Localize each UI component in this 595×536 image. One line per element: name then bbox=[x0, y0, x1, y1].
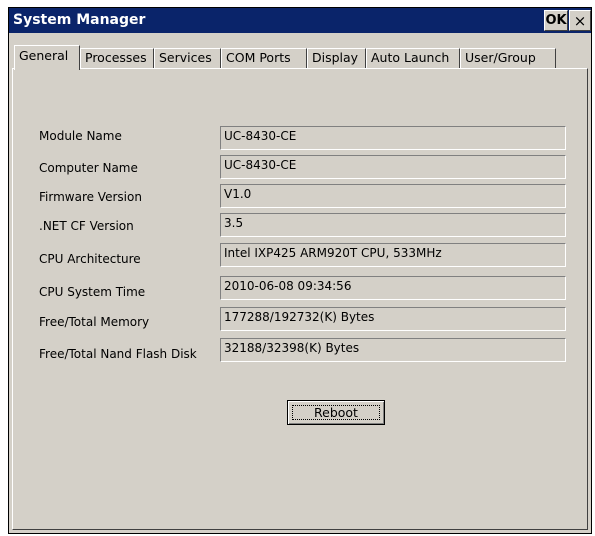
free-total-memory-field: 177288/192732(K) Bytes bbox=[220, 307, 566, 331]
tab-services[interactable]: Services bbox=[154, 48, 221, 68]
focus-rect bbox=[292, 405, 380, 420]
computer-name-label: Computer Name bbox=[39, 161, 138, 175]
free-total-nand-flash-label: Free/Total Nand Flash Disk bbox=[39, 347, 197, 361]
reboot-button[interactable]: Reboot bbox=[287, 400, 385, 425]
cpu-architecture-label: CPU Architecture bbox=[39, 252, 141, 266]
firmware-version-field: V1.0 bbox=[220, 184, 566, 208]
net-cf-version-field: 3.5 bbox=[220, 213, 566, 237]
tab-general[interactable]: General bbox=[14, 45, 80, 70]
close-button[interactable]: × bbox=[569, 10, 591, 31]
computer-name-field: UC-8430-CE bbox=[220, 155, 566, 179]
system-manager-window: System Manager OK × General Processes Se… bbox=[8, 7, 592, 534]
free-total-nand-flash-field: 32188/32398(K) Bytes bbox=[220, 338, 566, 362]
title-bar: System Manager OK × bbox=[9, 8, 591, 33]
tab-com-ports[interactable]: COM Ports bbox=[221, 48, 307, 68]
cpu-system-time-label: CPU System Time bbox=[39, 285, 146, 299]
tab-strip: General Processes Services COM Ports Dis… bbox=[9, 45, 591, 70]
ok-button[interactable]: OK bbox=[544, 10, 568, 31]
firmware-version-label: Firmware Version bbox=[39, 190, 142, 204]
tab-processes[interactable]: Processes bbox=[80, 48, 154, 68]
tab-user-group[interactable]: User/Group bbox=[460, 48, 556, 68]
cpu-system-time-field: 2010-06-08 09:34:56 bbox=[220, 276, 566, 300]
window-title: System Manager bbox=[13, 12, 146, 28]
module-name-label: Module Name bbox=[39, 129, 122, 143]
free-total-memory-label: Free/Total Memory bbox=[39, 315, 150, 329]
net-cf-version-label: .NET CF Version bbox=[39, 219, 134, 233]
module-name-field: UC-8430-CE bbox=[220, 126, 566, 150]
tab-display[interactable]: Display bbox=[307, 48, 366, 68]
cpu-architecture-field: Intel IXP425 ARM920T CPU, 533MHz bbox=[220, 243, 566, 267]
tab-auto-launch[interactable]: Auto Launch bbox=[366, 48, 460, 68]
